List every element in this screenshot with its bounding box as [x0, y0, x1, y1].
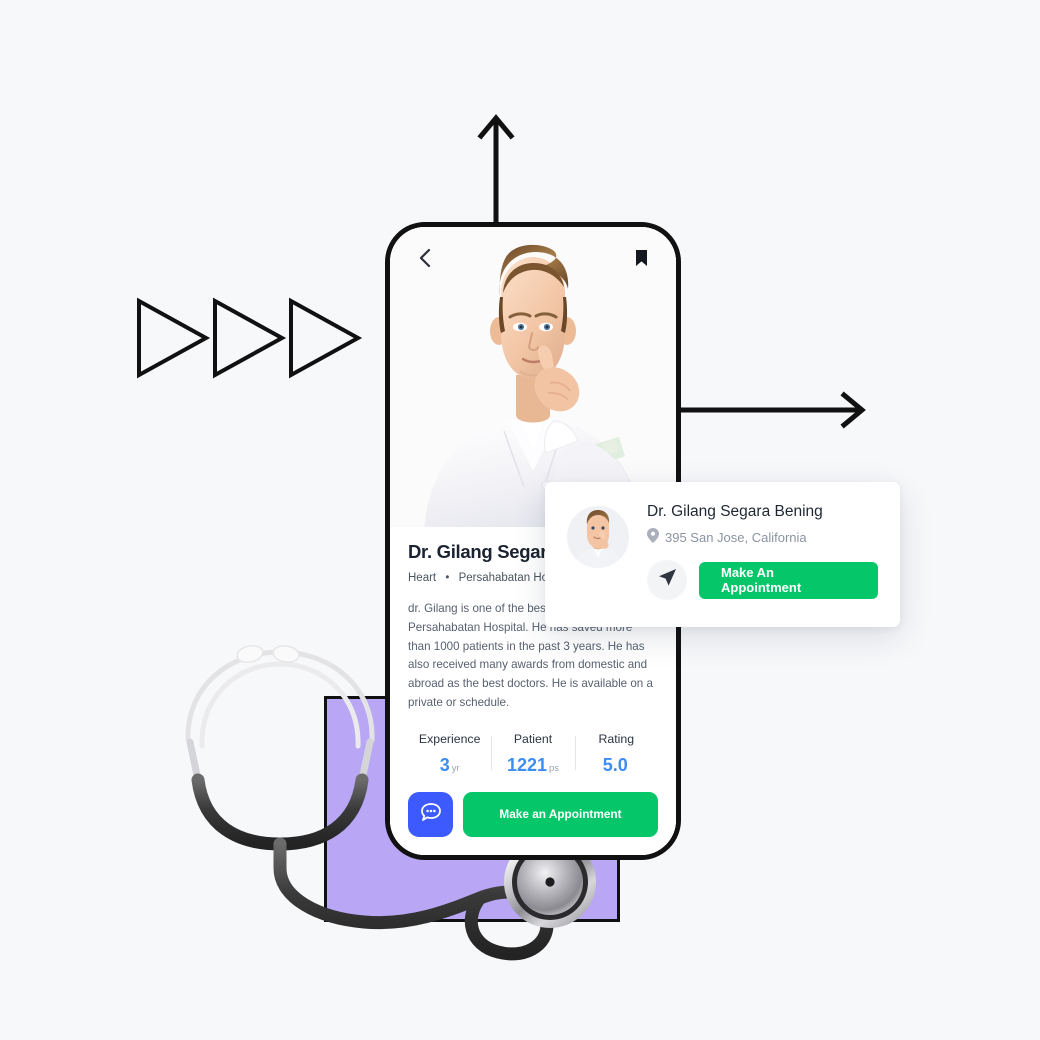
scene: Dr. Gilang Segara Bening Heart • Persaha… [0, 0, 1040, 1040]
card-doctor-name: Dr. Gilang Segara Bening [647, 503, 823, 520]
chevron-left-icon[interactable] [414, 246, 436, 270]
stat-rating: Rating 5.0 [574, 731, 658, 776]
card-location-text: 395 San Jose, California [665, 529, 807, 545]
chat-button[interactable] [408, 791, 453, 837]
phone-actions: Make an Appointment [408, 791, 658, 837]
doctor-floating-card: Dr. Gilang Segara Bening 395 San Jose, C… [545, 482, 900, 627]
card-actions: Make An Appointment [647, 560, 878, 600]
stat-value: 3 yr [439, 754, 460, 775]
make-appointment-button[interactable]: Make an Appointment [463, 791, 658, 837]
up-arrow [466, 112, 526, 230]
play-triangles [136, 297, 363, 379]
phone-topbar [390, 227, 676, 289]
play-triangle-3 [288, 297, 364, 379]
play-triangle-1 [136, 297, 212, 379]
stat-unit: ps [548, 762, 560, 774]
stat-label: Patient [513, 731, 553, 746]
stat-value: 5.0 [602, 754, 628, 775]
stat-experience: Experience 3 yr [408, 732, 491, 776]
stat-label: Rating [598, 731, 635, 746]
doctor-specialty: Heart [408, 572, 437, 584]
bookmark-icon[interactable] [630, 246, 652, 270]
stat-unit: yr [451, 762, 460, 774]
chat-bubble-icon [420, 802, 442, 827]
map-pin-icon [647, 528, 659, 546]
meta-separator: • [445, 572, 450, 584]
card-location: 395 San Jose, California [647, 528, 878, 546]
stat-patient: Patient 1221 ps [491, 732, 574, 776]
stat-label: Experience [418, 731, 481, 746]
send-icon [658, 568, 677, 592]
avatar [567, 506, 629, 568]
stat-value: 1221 ps [506, 754, 560, 775]
card-make-appointment-button[interactable]: Make An Appointment [699, 561, 878, 599]
right-arrow [678, 382, 868, 438]
doctor-stats: Experience 3 yr Patient 1221 ps Rating 5.0 [408, 732, 658, 776]
card-body: Dr. Gilang Segara Bening 395 San Jose, C… [647, 503, 878, 606]
play-triangle-2 [212, 297, 288, 379]
send-button[interactable] [647, 560, 687, 600]
